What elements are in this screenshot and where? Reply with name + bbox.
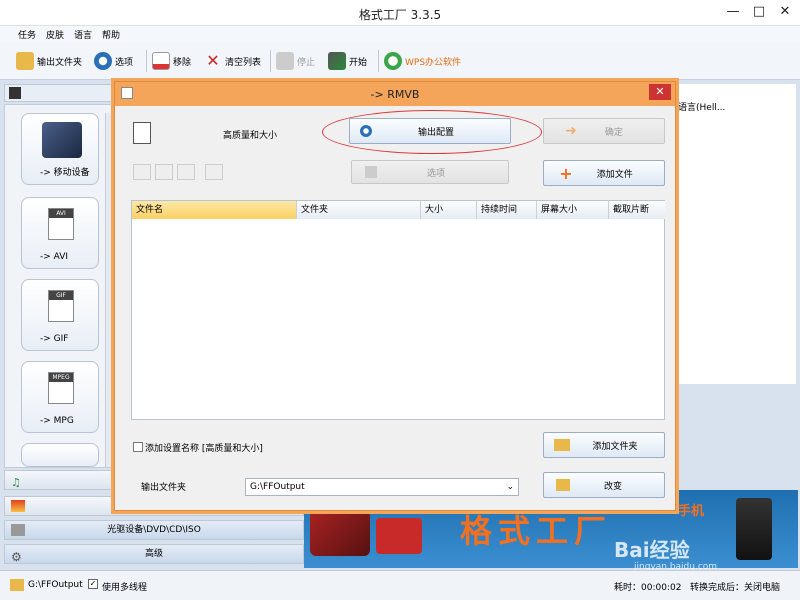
remove-icon (152, 52, 170, 70)
options-button[interactable]: 选项 (94, 50, 133, 72)
multithread-label: 使用多线程 (102, 583, 148, 593)
camcorder-icon (310, 510, 370, 556)
wps-button[interactable]: WPS办公软件 (384, 50, 461, 72)
folder-icon (10, 579, 24, 591)
delete-icon[interactable] (155, 164, 173, 180)
file-table: 文件名 文件夹 大小 持续时间 屏幕大小 截取片断 (131, 200, 665, 420)
col-folder[interactable]: 文件夹 (297, 201, 421, 219)
film-icon (364, 166, 377, 178)
wps-icon (384, 52, 402, 70)
folder-icon (555, 479, 570, 491)
menu-help[interactable]: 帮助 (102, 28, 120, 41)
after-done-action[interactable]: 转换完成后：关闭电脑 (690, 580, 780, 593)
close-button[interactable]: ✕ (772, 2, 798, 22)
output-folder-button[interactable]: 输出文件夹 (16, 50, 82, 72)
film-icon (9, 87, 21, 99)
folder-icon (16, 52, 34, 70)
ok-button[interactable]: ➜ 确定 (543, 118, 665, 144)
maximize-button[interactable]: □ (746, 2, 772, 22)
elapsed-time: 耗时：00:00:02 (614, 583, 682, 593)
change-button[interactable]: 改变 (543, 472, 665, 498)
title-bar: 格式工厂 3.3.5 — □ ✕ (0, 0, 800, 26)
stop-icon (276, 52, 294, 70)
card-mpg[interactable]: MPEG -> MPG (21, 361, 99, 433)
gear-icon: ⚙ (11, 550, 22, 564)
menu-task[interactable]: 任务 (18, 28, 36, 41)
mpeg-file-icon: MPEG (48, 372, 74, 404)
toolbar: 输出文件夹 选项 移除 ✕ 清空列表 停止 开始 WPS办公软件 (0, 42, 800, 80)
menu-skin[interactable]: 皮肤 (46, 28, 64, 41)
card-gif[interactable]: GIF -> GIF (21, 279, 99, 351)
toolbar-divider (146, 50, 147, 72)
gif-file-icon: GIF (48, 290, 74, 322)
start-button[interactable]: 开始 (328, 50, 367, 72)
toolbar-divider (378, 50, 379, 72)
start-icon (328, 52, 346, 70)
arrow-right-icon: ➜ (565, 123, 577, 139)
card-partial[interactable] (21, 443, 99, 467)
mobile-device-icon (42, 122, 82, 158)
dialog-close-button[interactable]: ✕ (649, 84, 671, 100)
picture-icon (11, 500, 25, 512)
camera-icon (376, 518, 422, 554)
folder-add-icon (554, 439, 571, 451)
highlight-ellipse (322, 110, 542, 154)
phone-icon (736, 498, 772, 560)
window-title: 格式工厂 3.3.5 (358, 8, 442, 22)
menu-language[interactable]: 语言 (74, 28, 92, 41)
dialog-title-bar: -> RMVB ✕ (115, 82, 675, 106)
avi-file-icon: AVI (48, 208, 74, 240)
add-folder-button[interactable]: 添加文件夹 (543, 432, 665, 458)
brand-logo: 格式工厂 (460, 512, 613, 550)
col-size[interactable]: 大小 (421, 201, 477, 219)
video-category-header[interactable] (4, 84, 114, 102)
output-folder-label: 输出文件夹 (141, 483, 187, 493)
task-list-area: 语言(Hell... (676, 84, 796, 384)
play-icon[interactable] (177, 164, 195, 180)
card-mobile[interactable]: -> 移动设备 (21, 113, 99, 185)
add-file-button[interactable]: + 添加文件 (543, 160, 665, 186)
play-first-icon[interactable] (133, 164, 151, 180)
stop-button[interactable]: 停止 (276, 50, 315, 72)
music-icon: ♫ (11, 476, 21, 489)
task-snippet: 语言(Hell... (678, 103, 726, 113)
toolbar-divider (270, 50, 271, 72)
status-output-path[interactable]: G:\FFOutput (28, 580, 83, 590)
clear-icon: ✕ (206, 51, 220, 70)
optical-category[interactable]: 光驱设备\DVD\CD\ISO (4, 520, 304, 540)
dialog-title: -> RMVB (370, 88, 420, 101)
chevron-down-icon: ⌄ (506, 482, 514, 492)
advanced-category[interactable]: ⚙ 高级 (4, 544, 304, 564)
menu-bar: 任务 皮肤 语言 帮助 (0, 26, 800, 42)
col-screen-size[interactable]: 屏幕大小 (537, 201, 609, 219)
quality-label[interactable]: 高质量和大小 (223, 128, 277, 141)
card-avi[interactable]: AVI -> AVI (21, 197, 99, 269)
col-duration[interactable]: 持续时间 (477, 201, 537, 219)
watermark-logo: Bai经验 (614, 538, 690, 562)
rmvb-format-icon (133, 122, 151, 144)
info-icon[interactable] (205, 164, 223, 180)
disc-drive-icon (11, 524, 25, 536)
options-icon (94, 52, 112, 70)
plus-icon: + (559, 163, 573, 183)
add-setting-name-label: 添加设置名称 [高质量和大小] (145, 444, 263, 454)
multithread-checkbox[interactable]: ✓ (88, 579, 98, 589)
remove-button[interactable]: 移除 (152, 50, 191, 72)
output-folder-select[interactable]: G:\FFOutput ⌄ (245, 478, 519, 496)
status-bar: G:\FFOutput ✓ 使用多线程 耗时：00:00:02 转换完成后：关闭… (0, 570, 800, 600)
col-filename[interactable]: 文件名 (132, 201, 297, 219)
col-clip[interactable]: 截取片断 (609, 201, 665, 219)
phone-label: 手机 (678, 504, 705, 519)
options-button-dialog[interactable]: 选项 (351, 160, 509, 184)
add-setting-name-checkbox[interactable] (133, 442, 143, 452)
minimize-button[interactable]: — (720, 2, 746, 22)
clear-list-button[interactable]: ✕ 清空列表 (204, 50, 261, 72)
